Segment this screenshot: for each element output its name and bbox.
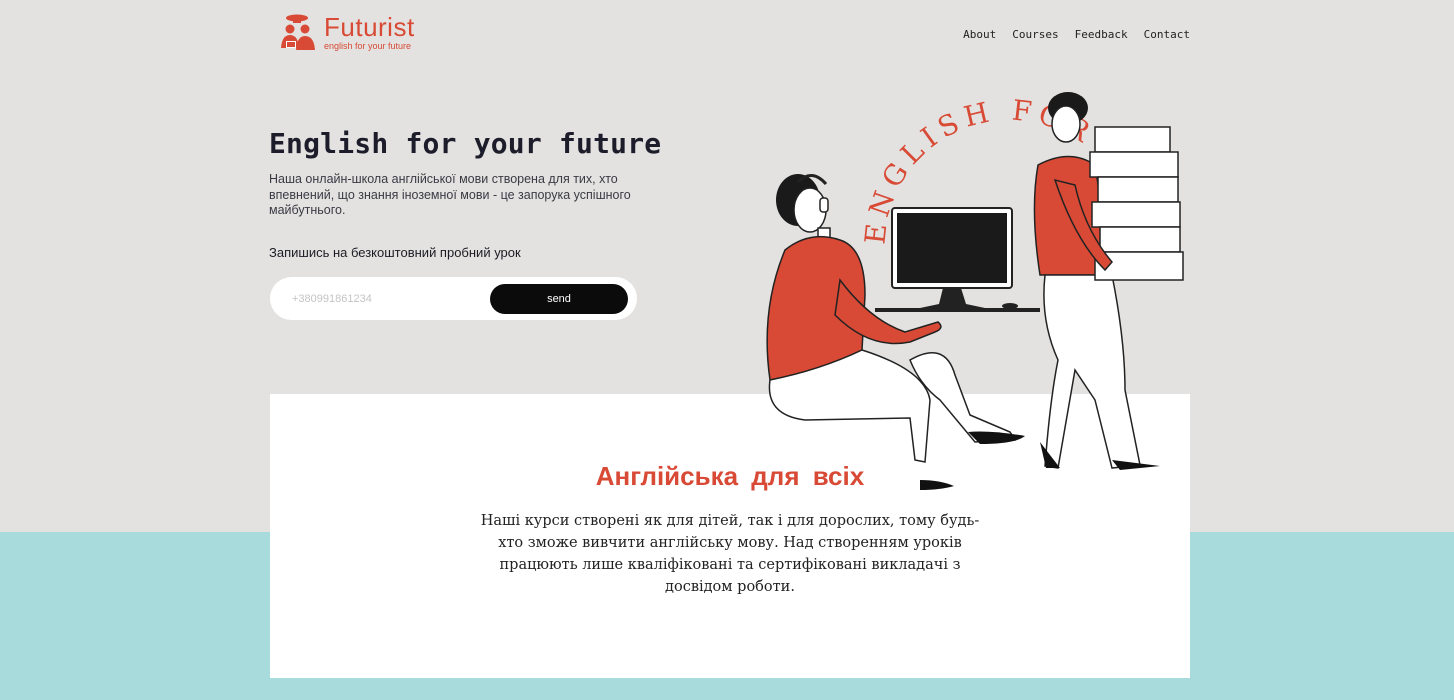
phone-input[interactable] bbox=[292, 289, 482, 309]
school-logo-icon bbox=[281, 14, 315, 50]
send-button[interactable]: send bbox=[490, 284, 628, 314]
about-text: Наші курси створені як для дітей, так і … bbox=[480, 513, 980, 595]
brand-logo[interactable]: Futurist english for your future bbox=[278, 12, 415, 54]
nav-link-about[interactable]: About bbox=[963, 28, 996, 41]
signup-label: Запишись на безкоштовний пробний урок bbox=[269, 245, 521, 260]
nav-link-feedback[interactable]: Feedback bbox=[1075, 28, 1128, 41]
computer-monitor bbox=[875, 207, 1040, 312]
nav-link-courses[interactable]: Courses bbox=[1012, 28, 1058, 41]
brand-name: Futurist bbox=[324, 12, 415, 42]
hero-title: English for your future bbox=[269, 127, 662, 160]
nav-link-contact[interactable]: Contact bbox=[1144, 28, 1190, 41]
standing-man-figure bbox=[1033, 92, 1184, 470]
hero-illustration: ENGLISH FOR YOUR FUTURE bbox=[740, 70, 1184, 490]
main-nav: About Courses Feedback Contact bbox=[963, 28, 1190, 41]
brand-tagline: english for your future bbox=[324, 41, 412, 51]
hero-description: Наша онлайн-школа англійської мови створ… bbox=[269, 172, 631, 217]
signup-form: send bbox=[270, 277, 637, 320]
